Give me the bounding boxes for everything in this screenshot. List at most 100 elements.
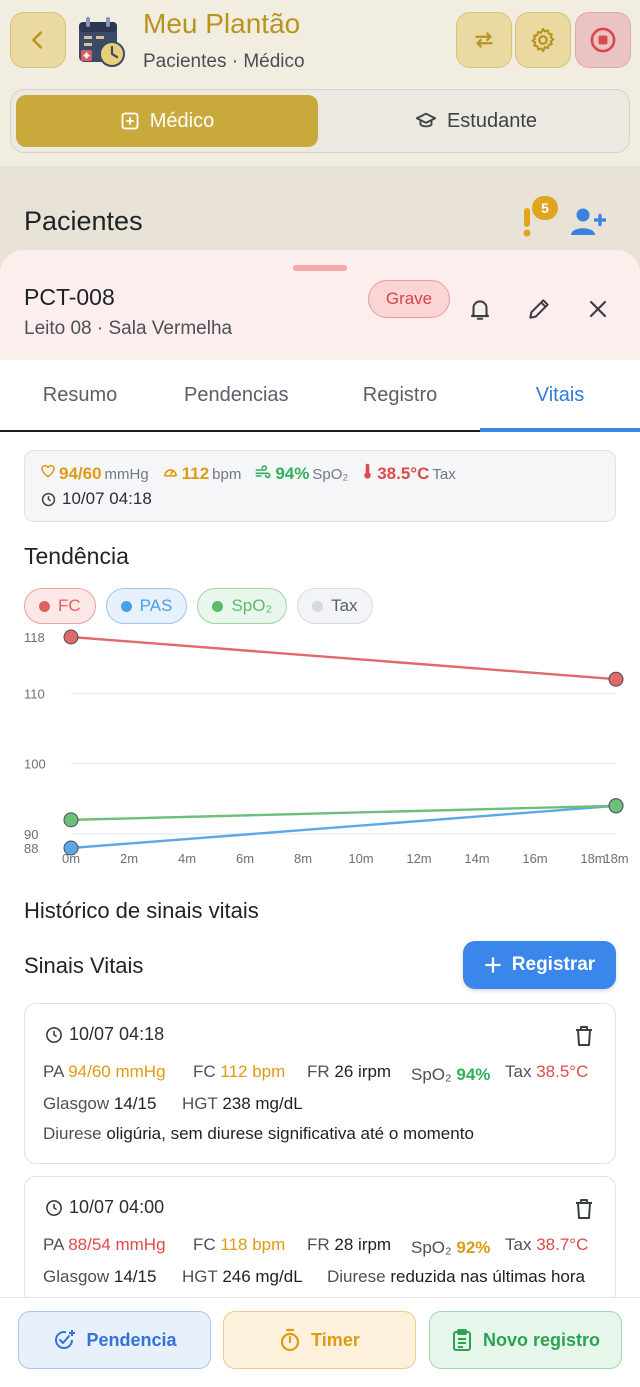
chip-label: PAS — [139, 596, 173, 615]
alarm-button[interactable] — [463, 292, 497, 326]
mode-segmented-control: Médico Estudante — [10, 89, 630, 153]
record-diurese-value: reduzida nas últimas hora — [390, 1267, 585, 1286]
mode-tab-medico[interactable]: Médico — [16, 95, 318, 147]
chart-x-tick-label: 18m — [580, 851, 605, 866]
add-patient-icon[interactable] — [568, 206, 606, 238]
swap-arrows-icon — [475, 32, 493, 48]
gear-icon — [531, 27, 555, 53]
trend-series-chips: FC PAS SpO₂ Tax — [24, 588, 373, 624]
record-fc: FC 118 bpm — [193, 1235, 285, 1255]
chart-x-tick-label: 8m — [294, 851, 312, 866]
record-hgt-label: HGT — [182, 1267, 218, 1286]
edit-button[interactable] — [522, 292, 556, 326]
chart-x-tick-label: 6m — [236, 851, 254, 866]
wind-icon — [255, 465, 271, 479]
summary-time-text: 10/07 04:18 — [62, 489, 152, 508]
chip-spo2[interactable]: SpO₂ — [197, 588, 288, 624]
record-fr-value: 26 irpm — [334, 1062, 392, 1081]
close-button[interactable] — [581, 292, 615, 326]
check-circle-plus-icon — [55, 1330, 76, 1349]
record-spo2-label: SpO₂ — [411, 1238, 452, 1257]
record-tax-label: Tax — [505, 1062, 532, 1081]
record-diurese-label: Diurese — [327, 1267, 386, 1286]
record-spo2-value: 94% — [456, 1065, 491, 1084]
app-title: Meu Plantão — [143, 8, 301, 39]
chart-x-tick-label: 10m — [348, 851, 373, 866]
pendencia-button[interactable]: Pendencia — [18, 1311, 211, 1369]
record-glasgow-label: Glasgow — [43, 1094, 110, 1113]
stop-shift-button[interactable] — [575, 12, 631, 68]
record-tax-value: 38.5°C — [536, 1062, 589, 1081]
record-spo2-label: SpO₂ — [411, 1065, 452, 1084]
tab-pendencias[interactable]: Pendencias — [160, 360, 296, 430]
record-diurese-label: Diurese — [43, 1124, 102, 1143]
calendar-clock-logo-icon — [79, 17, 125, 67]
pencil-icon — [529, 299, 549, 319]
mode-tab-estudante[interactable]: Estudante — [326, 95, 626, 147]
chip-pas[interactable]: PAS — [105, 588, 188, 624]
stop-circle-icon — [590, 27, 616, 53]
record-time: 10/07 04:00 — [45, 1197, 164, 1218]
chart-data-point — [608, 798, 624, 814]
stopwatch-icon — [281, 1328, 300, 1352]
summary-time: 10/07 04:18 — [41, 489, 152, 509]
record-tax: Tax 38.7°C — [505, 1235, 588, 1255]
record-hgt-value: 238 mg/dL — [222, 1094, 303, 1113]
chip-fc[interactable]: FC — [24, 588, 96, 624]
patients-section-title: Pacientes — [24, 206, 143, 236]
record-hgt: HGT 246 mg/dL — [182, 1267, 303, 1287]
chip-dot — [212, 600, 224, 612]
settings-button[interactable] — [515, 12, 571, 68]
record-spo2-value: 92% — [456, 1238, 491, 1257]
new-record-label: Novo registro — [482, 1329, 601, 1350]
chip-dot — [312, 600, 324, 612]
record-tax-value: 38.7°C — [536, 1235, 589, 1254]
clipboard-list-icon — [452, 1329, 471, 1351]
drag-handle[interactable] — [293, 265, 347, 271]
clock-icon — [46, 1199, 62, 1216]
summary-pa-value: 94/60 — [59, 464, 102, 483]
record-glasgow-value: 14/15 — [113, 1267, 157, 1286]
severity-badge[interactable]: Grave — [368, 280, 450, 318]
trend-chart: 88901001101180m 2m 4m 6m 8m 10m 12m 14m 16m 18m18… — [24, 629, 629, 866]
swap-button[interactable] — [456, 12, 512, 68]
chip-tax[interactable]: Tax — [297, 588, 373, 624]
summary-fc-value: 112 — [181, 464, 210, 483]
alert-count-badge: 5 — [532, 196, 558, 220]
record-tax-label: Tax — [505, 1235, 532, 1254]
record-fr-label: FR — [307, 1062, 330, 1081]
record-fc: FC 112 bpm — [193, 1062, 285, 1082]
timer-button[interactable]: Timer — [223, 1311, 416, 1369]
chart-data-point — [63, 812, 79, 828]
chart-x-tick-label: 16m — [522, 851, 547, 866]
record-glasgow: Glasgow 14/15 — [43, 1267, 156, 1287]
history-title: Histórico de sinais vitais — [24, 898, 259, 923]
summary-fc-unit: bpm — [212, 466, 242, 483]
chart-x-tick-label: 2m — [120, 851, 138, 866]
trash-icon[interactable] — [573, 1197, 595, 1221]
latest-vitals-summary: 94/60 mmHg 112 bpm 94% SpO₂ 38.5°C Tax 1… — [24, 450, 616, 522]
bottom-action-bar: Pendencia Timer Novo registro — [0, 1297, 640, 1387]
record-diurese: Diurese oligúria, sem diurese significat… — [43, 1124, 474, 1144]
tab-vitais[interactable]: Vitais — [480, 360, 640, 430]
record-fr-label: FR — [307, 1235, 330, 1254]
add-vitals-button[interactable]: Registrar — [463, 941, 616, 989]
summary-temp: 38.5°C Tax — [362, 463, 456, 484]
back-button[interactable] — [10, 12, 66, 68]
vitals-record-card: 10/07 04:18 PA 94/60 mmHg FC 112 bpm FR … — [24, 1003, 616, 1164]
pendencia-label: Pendencia — [86, 1329, 177, 1350]
record-fc-label: FC — [193, 1235, 216, 1254]
trash-icon[interactable] — [573, 1024, 595, 1048]
chart-y-tick-label: 110 — [24, 686, 45, 701]
tab-registro[interactable]: Registro — [320, 360, 480, 430]
trend-title: Tendência — [24, 543, 129, 569]
plus-icon — [484, 957, 501, 973]
record-pa-value: 88/54 mmHg — [68, 1235, 166, 1254]
timer-label: Timer — [311, 1329, 360, 1350]
record-tax: Tax 38.5°C — [505, 1062, 588, 1082]
record-hgt-label: HGT — [182, 1094, 218, 1113]
tab-resumo[interactable]: Resumo — [0, 360, 160, 430]
record-glasgow-label: Glasgow — [43, 1267, 110, 1286]
new-record-button[interactable]: Novo registro — [429, 1311, 622, 1369]
record-pa: PA 88/54 mmHg — [43, 1235, 166, 1255]
